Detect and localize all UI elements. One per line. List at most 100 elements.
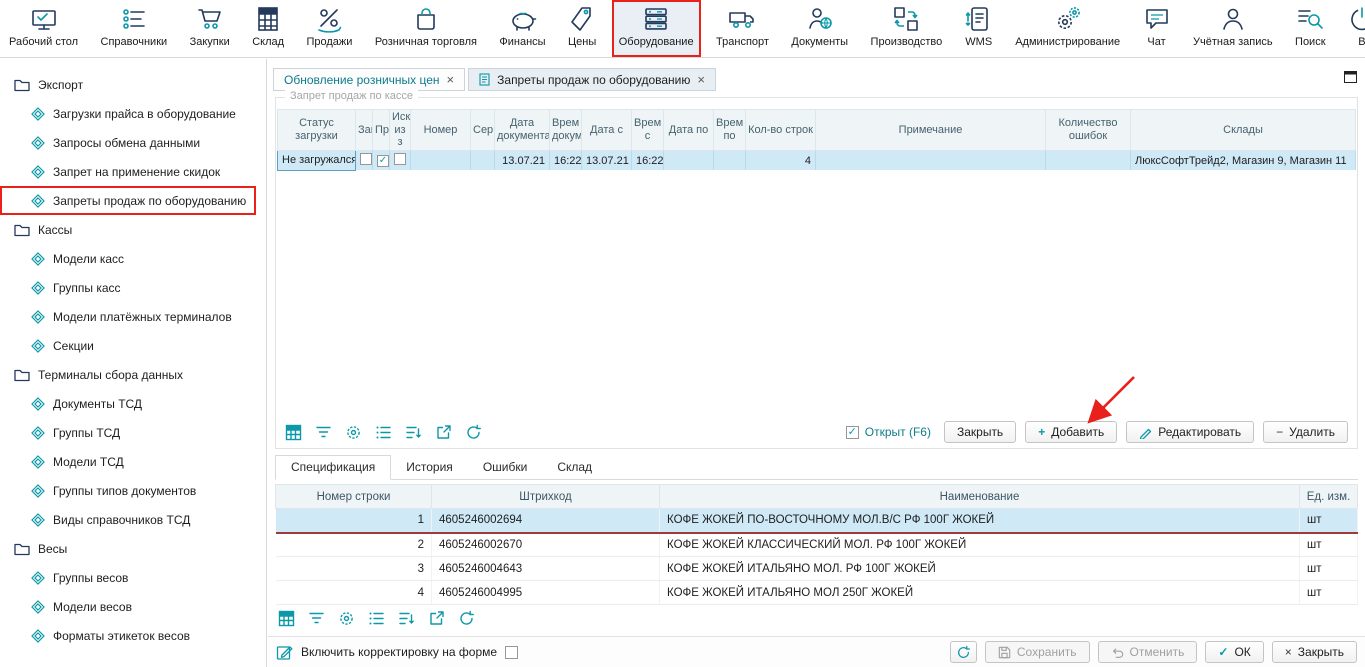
toolbar-item-purchases[interactable]: Закупки — [183, 0, 237, 57]
toolbar-item-retail[interactable]: Розничная торговля — [368, 0, 484, 57]
column-header-time-to[interactable]: Врем по — [714, 110, 746, 151]
tab-errors[interactable]: Ошибки — [468, 456, 543, 479]
toolbar-item-directories[interactable]: Справочники — [94, 0, 175, 57]
toolbar-item-exit[interactable]: В — [1341, 0, 1365, 57]
toolbar-item-production[interactable]: Производство — [864, 0, 950, 57]
ban-row[interactable]: Не загружался ✓ 13.07.21 16:22 13.07.21 … — [278, 150, 1356, 170]
column-header-note[interactable]: Примечание — [816, 110, 1046, 151]
sidebar-item-document-type-groups[interactable]: Группы типов документов — [0, 476, 266, 505]
sidebar-folder-data-terminals[interactable]: Терминалы сбора данных — [0, 360, 266, 389]
toolbar-item-warehouse[interactable]: Склад — [245, 0, 291, 57]
filter-icon[interactable] — [315, 424, 332, 441]
sidebar-item-scale-groups[interactable]: Группы весов — [0, 563, 266, 592]
sidebar-item-scale-models[interactable]: Модели весов — [0, 592, 266, 621]
tab-close-icon[interactable]: × — [697, 73, 705, 86]
table-icon[interactable] — [278, 610, 295, 627]
column-header-zak[interactable]: Зак — [356, 110, 373, 151]
close-form-button[interactable]: × Закрыть — [1272, 641, 1357, 663]
open-f6-checkbox[interactable]: ✓ — [846, 426, 859, 439]
delete-button[interactable]: − Удалить — [1263, 421, 1348, 443]
column-header-isk[interactable]: Иск из з — [390, 110, 411, 151]
column-header-unit[interactable]: Ед. изм. — [1300, 485, 1358, 509]
toolbar-item-prices[interactable]: Цены — [561, 0, 603, 57]
toolbar-item-finance[interactable]: Финансы — [492, 0, 552, 57]
spec-row[interactable]: 2 4605246002670 КОФЕ ЖОКЕЙ КЛАССИЧЕСКИЙ … — [276, 533, 1358, 557]
filter-icon[interactable] — [308, 610, 325, 627]
column-header-time-from[interactable]: Врем с — [632, 110, 664, 151]
sidebar-item-payment-terminal-models[interactable]: Модели платёжных терминалов — [0, 302, 266, 331]
column-header-number[interactable]: Номер — [411, 110, 471, 151]
sidebar-item-discount-ban[interactable]: Запрет на применение скидок — [0, 157, 266, 186]
column-header-series[interactable]: Сер — [471, 110, 495, 151]
maximize-pane-icon[interactable] — [1344, 71, 1357, 83]
toolbar-item-chat[interactable]: Чат — [1136, 0, 1178, 57]
sidebar-item-data-exchange-requests[interactable]: Запросы обмена данными — [0, 128, 266, 157]
column-header-errors-count[interactable]: Количество ошибок — [1046, 110, 1131, 151]
add-button[interactable]: + Добавить — [1025, 421, 1117, 443]
toolbar-item-documents[interactable]: Документы — [784, 0, 855, 57]
toolbar-item-equipment[interactable]: Оборудование — [612, 0, 701, 57]
toolbar-item-search[interactable]: Поиск — [1288, 0, 1332, 57]
toolbar-item-transport[interactable]: Транспорт — [709, 0, 776, 57]
open-external-icon[interactable] — [435, 424, 452, 441]
open-f6-checkbox-group[interactable]: ✓ Открыт (F6) — [846, 425, 931, 439]
column-header-load-status[interactable]: Статус загрузки — [278, 110, 356, 151]
toolbar-item-desktop[interactable]: Рабочий стол — [2, 0, 85, 57]
sidebar-item-tsd-directory-kinds[interactable]: Виды справочников ТСД — [0, 505, 266, 534]
adjust-form-checkbox[interactable] — [505, 646, 518, 659]
tab-equipment-sales-bans[interactable]: Запреты продаж по оборудованию × — [468, 68, 716, 91]
sidebar-folder-scales[interactable]: Весы — [0, 534, 266, 563]
pro-checkbox[interactable]: ✓ — [377, 155, 389, 167]
table-icon[interactable] — [285, 424, 302, 441]
sidebar-item-scale-label-formats[interactable]: Форматы этикеток весов — [0, 621, 266, 650]
column-header-barcode[interactable]: Штрихкод — [432, 485, 660, 509]
sidebar-item-price-loads[interactable]: Загрузки прайса в оборудование — [0, 99, 266, 128]
close-record-button[interactable]: Закрыть — [944, 421, 1016, 443]
sidebar-item-equipment-sales-bans[interactable]: Запреты продаж по оборудованию — [0, 186, 256, 215]
toolbar-item-sales[interactable]: Продажи — [299, 0, 359, 57]
column-header-doc-time[interactable]: Врем докум — [550, 110, 582, 151]
tab-close-icon[interactable]: × — [447, 73, 455, 86]
gear-icon[interactable] — [345, 424, 362, 441]
column-header-line-number[interactable]: Номер строки — [276, 485, 432, 509]
sort-list-icon[interactable] — [398, 610, 415, 627]
cancel-button[interactable]: Отменить — [1098, 641, 1198, 663]
column-header-rows-count[interactable]: Кол-во строк — [746, 110, 816, 151]
tab-history[interactable]: История — [391, 456, 468, 479]
sync-icon[interactable] — [458, 610, 475, 627]
sidebar-folder-cash-registers[interactable]: Кассы — [0, 215, 266, 244]
edit-button[interactable]: Редактировать — [1126, 421, 1254, 443]
column-header-date-to[interactable]: Дата по — [664, 110, 714, 151]
zak-checkbox[interactable] — [360, 153, 372, 165]
sidebar-item-tsd-documents[interactable]: Документы ТСД — [0, 389, 266, 418]
toolbar-item-wms[interactable]: WMS — [958, 0, 1000, 57]
gear-icon[interactable] — [338, 610, 355, 627]
tab-specification[interactable]: Спецификация — [275, 455, 391, 480]
open-external-icon[interactable] — [428, 610, 445, 627]
sidebar-item-tsd-models[interactable]: Модели ТСД — [0, 447, 266, 476]
tab-warehouse[interactable]: Склад — [542, 456, 607, 479]
sort-list-icon[interactable] — [405, 424, 422, 441]
toolbar-item-administration[interactable]: Администрирование — [1008, 0, 1127, 57]
sync-icon[interactable] — [465, 424, 482, 441]
sidebar-item-cash-register-models[interactable]: Модели касс — [0, 244, 266, 273]
column-header-date-from[interactable]: Дата с — [582, 110, 632, 151]
spec-row[interactable]: 1 4605246002694 КОФЕ ЖОКЕЙ ПО-ВОСТОЧНОМУ… — [276, 509, 1358, 533]
refresh-button[interactable] — [950, 641, 977, 663]
sidebar-item-tsd-groups[interactable]: Группы ТСД — [0, 418, 266, 447]
sidebar-folder-export[interactable]: Экспорт — [0, 70, 266, 99]
column-header-warehouses[interactable]: Склады — [1131, 110, 1356, 151]
toolbar-item-account[interactable]: Учётная запись — [1186, 0, 1280, 57]
tab-retail-price-update[interactable]: Обновление розничных цен × — [273, 68, 465, 91]
sidebar-item-cash-register-groups[interactable]: Группы касс — [0, 273, 266, 302]
isk-checkbox[interactable] — [394, 153, 406, 165]
column-header-pro[interactable]: Про — [373, 110, 390, 151]
spec-row[interactable]: 4 4605246004995 КОФЕ ЖОКЕЙ ИТАЛЬЯНО МОЛ … — [276, 581, 1358, 605]
column-header-name[interactable]: Наименование — [660, 485, 1300, 509]
numbered-list-icon[interactable] — [368, 610, 385, 627]
load-status-cell[interactable]: Не загружался — [278, 150, 356, 170]
numbered-list-icon[interactable] — [375, 424, 392, 441]
ok-button[interactable]: ✓ ОК — [1205, 641, 1263, 663]
sidebar-item-sections[interactable]: Секции — [0, 331, 266, 360]
save-button[interactable]: Сохранить — [985, 641, 1090, 663]
